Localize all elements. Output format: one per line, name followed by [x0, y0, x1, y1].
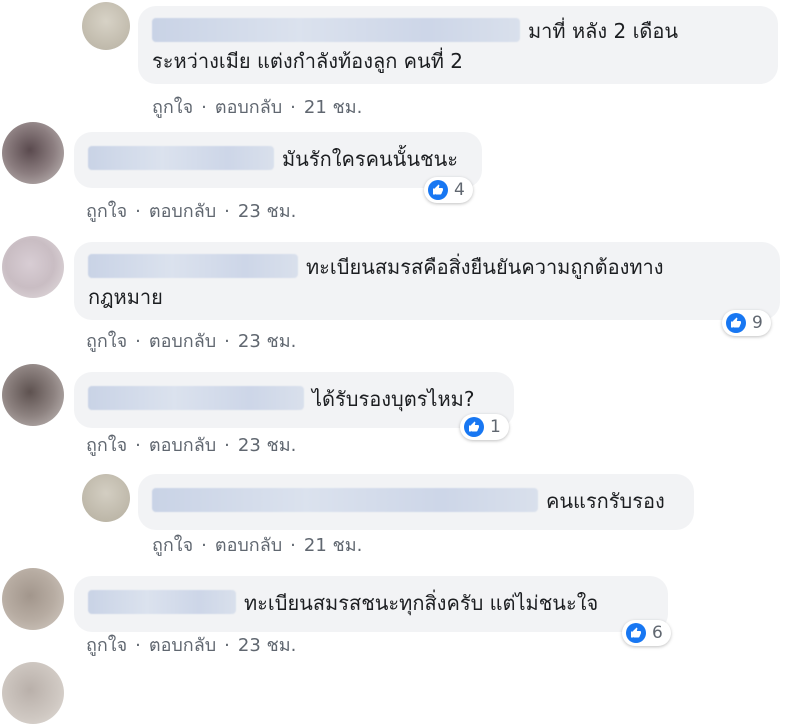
reaction-count: 1: [490, 417, 501, 437]
like-link[interactable]: ถูกใจ: [152, 535, 193, 556]
comment-text: คนแรกรับรอง: [546, 489, 665, 513]
timestamp[interactable]: 23 ชม.: [238, 331, 296, 352]
timestamp[interactable]: 23 ชม.: [238, 201, 296, 222]
comment-actions: ถูกใจ · ตอบกลับ · 23 ชม.: [86, 196, 296, 225]
separator-dot: ·: [135, 201, 141, 222]
like-link[interactable]: ถูกใจ: [86, 635, 127, 656]
reaction-count-badge[interactable]: 9: [722, 310, 771, 336]
separator-dot: ·: [224, 435, 230, 456]
reaction-count: 4: [454, 180, 465, 200]
reaction-count-badge[interactable]: 4: [424, 177, 473, 203]
comment-text-line: ทะเบียนสมรสคือสิ่งยืนยันความถูกต้องทาง: [306, 255, 664, 279]
like-link[interactable]: ถูกใจ: [152, 97, 193, 118]
timestamp[interactable]: 23 ชม.: [238, 635, 296, 656]
reply-link[interactable]: ตอบกลับ: [149, 635, 216, 656]
timestamp[interactable]: 23 ชม.: [238, 435, 296, 456]
separator-dot: ·: [135, 435, 141, 456]
thumbs-up-icon: [726, 313, 746, 333]
reply-link[interactable]: ตอบกลับ: [149, 331, 216, 352]
avatar[interactable]: [2, 568, 64, 630]
comment-actions: ถูกใจ · ตอบกลับ · 23 ชม.: [86, 430, 296, 459]
like-link[interactable]: ถูกใจ: [86, 331, 127, 352]
commenter-name-redacted[interactable]: [88, 146, 274, 170]
comment-text: ทะเบียนสมรสชนะทุกสิ่งครับ แต่ไม่ชนะใจ: [244, 591, 599, 615]
avatar[interactable]: [2, 662, 64, 724]
like-link[interactable]: ถูกใจ: [86, 201, 127, 222]
comment-text-line: มาที่ หลัง 2 เดือน: [528, 19, 679, 43]
comment-bubble: ทะเบียนสมรสชนะทุกสิ่งครับ แต่ไม่ชนะใจ: [74, 576, 668, 632]
separator-dot: ·: [290, 535, 296, 556]
thumbs-up-icon: [464, 417, 484, 437]
thumbs-up-icon: [428, 180, 448, 200]
comment-actions: ถูกใจ · ตอบกลับ · 23 ชม.: [86, 326, 296, 355]
timestamp[interactable]: 21 ชม.: [304, 97, 362, 118]
comment-bubble: ทะเบียนสมรสคือสิ่งยืนยันความถูกต้องทาง ก…: [74, 242, 780, 320]
separator-dot: ·: [290, 97, 296, 118]
commenter-name-redacted[interactable]: [88, 254, 298, 278]
comment-text-line: กฎหมาย: [88, 285, 163, 309]
comment-bubble: ได้รับรองบุตรไหม?: [74, 372, 514, 428]
commenter-name-redacted[interactable]: [152, 18, 520, 42]
separator-dot: ·: [135, 635, 141, 656]
comment-actions: ถูกใจ · ตอบกลับ · 23 ชม.: [86, 630, 296, 659]
comment-bubble: มาที่ หลัง 2 เดือน ระหว่างเมีย แต่งกำลัง…: [138, 6, 778, 84]
comment-bubble: คนแรกรับรอง: [138, 474, 694, 530]
reply-link[interactable]: ตอบกลับ: [215, 97, 282, 118]
comment-text: ได้รับรองบุตรไหม?: [312, 387, 475, 411]
reply-link[interactable]: ตอบกลับ: [215, 535, 282, 556]
avatar[interactable]: [2, 364, 64, 426]
avatar[interactable]: [2, 122, 64, 184]
separator-dot: ·: [224, 331, 230, 352]
comment-actions: ถูกใจ · ตอบกลับ · 21 ชม.: [152, 92, 362, 121]
commenter-name-redacted[interactable]: [88, 386, 304, 410]
timestamp[interactable]: 21 ชม.: [304, 535, 362, 556]
comment-bubble: มันรักใครคนนั้นชนะ: [74, 132, 482, 188]
avatar[interactable]: [2, 236, 64, 298]
like-link[interactable]: ถูกใจ: [86, 435, 127, 456]
comment-text-line: ระหว่างเมีย แต่งกำลังท้องลูก คนที่ 2: [152, 49, 463, 73]
separator-dot: ·: [224, 635, 230, 656]
separator-dot: ·: [135, 331, 141, 352]
avatar[interactable]: [82, 2, 130, 50]
avatar[interactable]: [82, 474, 130, 522]
separator-dot: ·: [201, 535, 207, 556]
reply-link[interactable]: ตอบกลับ: [149, 201, 216, 222]
reaction-count-badge[interactable]: 1: [460, 414, 509, 440]
separator-dot: ·: [201, 97, 207, 118]
commenter-name-redacted[interactable]: [88, 590, 236, 614]
commenter-name-redacted[interactable]: [152, 488, 538, 512]
reaction-count: 9: [752, 313, 763, 333]
reaction-count-badge[interactable]: 6: [622, 620, 671, 646]
separator-dot: ·: [224, 201, 230, 222]
comment-actions: ถูกใจ · ตอบกลับ · 21 ชม.: [152, 530, 362, 559]
thumbs-up-icon: [626, 623, 646, 643]
comment-text: มันรักใครคนนั้นชนะ: [282, 147, 458, 171]
reply-link[interactable]: ตอบกลับ: [149, 435, 216, 456]
reaction-count: 6: [652, 623, 663, 643]
